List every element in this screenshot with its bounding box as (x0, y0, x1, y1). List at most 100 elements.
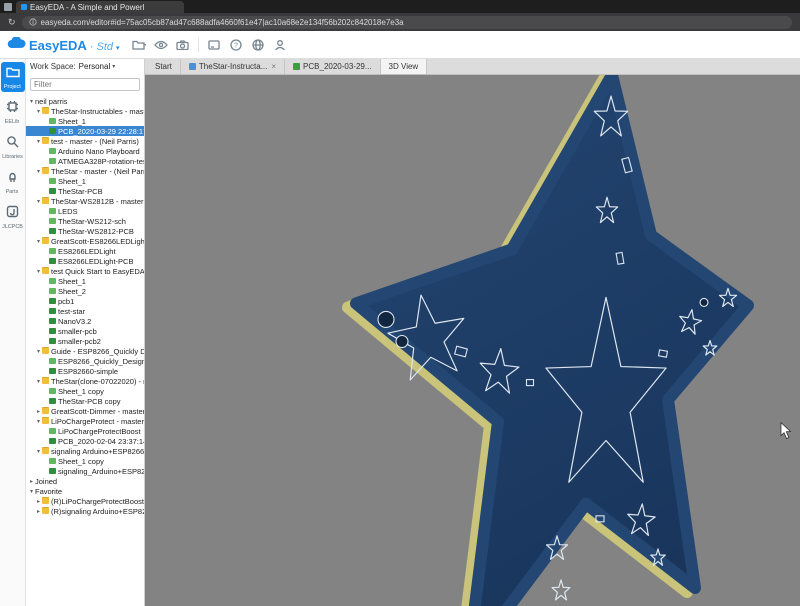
tree-item[interactable]: signaling_Arduino+ESP8266+SIM... (26, 466, 144, 476)
tree-item[interactable]: ▾Guide - ESP8266_Quickly Design ... (26, 346, 144, 356)
doc-tab-pcb-2020-03-29-[interactable]: PCB_2020-03-29... (285, 59, 381, 74)
tree-item[interactable]: ▾ LiPoChargeProtect - master - (Neil ... (26, 416, 144, 426)
tree-item[interactable]: ▾neil parris (26, 96, 144, 106)
tree-item[interactable]: ESP8266_Quickly_Design (26, 356, 144, 366)
tree-item[interactable]: test-star (26, 306, 144, 316)
tree-item[interactable]: ▸(R)LiPoChargeProtectBoost copy ... (26, 496, 144, 506)
workspace-label: Work Space: (30, 62, 76, 71)
sidebar-item-parts[interactable]: Parts (1, 167, 25, 197)
tree-item[interactable]: ATMEGA328P-rotation-test (26, 156, 144, 166)
tree-item[interactable]: NanoV3.2 (26, 316, 144, 326)
tree-item[interactable]: TheStar-WS2812-PCB (26, 226, 144, 236)
sheet-icon (49, 158, 56, 164)
tree-caret-icon[interactable]: ▾ (35, 378, 42, 385)
reload-icon[interactable]: ↻ (8, 18, 16, 27)
tree-item[interactable]: Sheet_2 (26, 286, 144, 296)
tree-caret-icon[interactable]: ▾ (35, 138, 42, 145)
sidebar-item-libraries[interactable]: Libraries (1, 132, 25, 162)
doc-tab-start[interactable]: Start (147, 59, 181, 74)
tree-item[interactable]: TheStar-WS212-sch (26, 216, 144, 226)
tree-item[interactable]: smaller-pcb (26, 326, 144, 336)
snapshot-camera-icon[interactable] (174, 36, 192, 54)
tree-item[interactable]: ▾TheStar - master - (Neil Parris) (26, 166, 144, 176)
tree-item[interactable]: ▾ test - master - (Neil Parris) (26, 136, 144, 146)
tree-item-label: LiPoChargeProtect - master - (Neil ... (51, 417, 144, 426)
sidebar-item-eelib[interactable]: EELib (1, 97, 25, 127)
tree-item-label: ESP8266_Quickly_Design (58, 357, 144, 366)
sheet-icon (49, 148, 56, 154)
close-tab-icon[interactable]: × (271, 62, 276, 71)
tree-caret-icon[interactable]: ▸ (28, 478, 35, 485)
filter-input[interactable] (30, 78, 140, 91)
tree-caret-icon[interactable]: ▸ (35, 508, 42, 515)
tree-item[interactable]: ▾signaling Arduino+ESP8266+SIM8... (26, 446, 144, 456)
doc-tab-3d-view[interactable]: 3D View (381, 59, 428, 74)
tree-item[interactable]: Sheet_1 (26, 116, 144, 126)
view-eye-icon[interactable] (152, 36, 170, 54)
tree-item-label: test - master - (Neil Parris) (51, 137, 139, 146)
tree-item[interactable]: PCB_2020-02-04 23:37:14 (26, 436, 144, 446)
tree-caret-icon[interactable]: ▾ (35, 418, 42, 425)
tree-item[interactable]: Sheet_1 (26, 276, 144, 286)
project-panel: Work Space: Personal ▾ ▾neil parris▾TheS… (26, 59, 145, 606)
tree-caret-icon[interactable]: ▾ (28, 488, 35, 495)
help-icon[interactable]: ? (227, 36, 245, 54)
workspace-select[interactable]: Personal ▾ (79, 62, 116, 71)
file-menu-icon[interactable] (130, 36, 148, 54)
tree-item[interactable]: pcb1 (26, 296, 144, 306)
tree-caret-icon[interactable]: ▾ (35, 238, 42, 245)
tree-item[interactable]: PCB_2020-03-29 22:28:17 (26, 126, 144, 136)
browser-tab[interactable]: EasyEDA - A Simple and Powerl (16, 1, 184, 13)
tree-caret-icon[interactable]: ▸ (35, 408, 42, 415)
edition-caret-icon[interactable]: ▾ (116, 44, 120, 52)
sheet-icon (49, 458, 56, 464)
fullscreen-icon[interactable] (205, 36, 223, 54)
tab-search-icon[interactable] (4, 3, 12, 11)
tree-item[interactable]: ▸Joined (26, 476, 144, 486)
tree-item[interactable]: Arduino Nano Playboard (26, 146, 144, 156)
sidebar-item-project[interactable]: Project (1, 62, 25, 92)
tree-item[interactable]: ES8266LEDLight-PCB (26, 256, 144, 266)
tree-item[interactable]: ESP82660-simple (26, 366, 144, 376)
tree-caret-icon[interactable]: ▾ (35, 198, 42, 205)
user-account-icon[interactable] (271, 36, 289, 54)
pcb-icon (49, 228, 56, 234)
tree-item[interactable]: ▸(R)signaling Arduino+ESP8266+SI... (26, 506, 144, 516)
pcb-icon (49, 468, 56, 474)
tree-item[interactable]: TheStar-PCB copy (26, 396, 144, 406)
tree-caret-icon[interactable]: ▾ (35, 348, 42, 355)
sidebar-item-jlcpcb[interactable]: JLCPCB (1, 202, 25, 232)
address-bar[interactable]: easyeda.com/editor#id=75ac05cb87ad47c688… (22, 16, 792, 29)
tree-caret-icon[interactable]: ▾ (28, 98, 35, 105)
tree-item[interactable]: Sheet_1 copy (26, 456, 144, 466)
tree-caret-icon[interactable]: ▾ (35, 168, 42, 175)
easyeda-logo[interactable]: EasyEDA · Std ▾ (7, 37, 120, 53)
tree-item[interactable]: ▸GreatScott-Dimmer - master - (Neil... (26, 406, 144, 416)
tree-item[interactable]: Sheet_1 (26, 176, 144, 186)
page-info-icon[interactable] (29, 18, 37, 26)
tree-item[interactable]: ▾TheStar-WS2812B - master - (Neil... (26, 196, 144, 206)
tree-item[interactable]: ▾TheStar-Instructables - master - (N... (26, 106, 144, 116)
tree-item-label: Sheet_1 (58, 177, 86, 186)
tree-caret-icon[interactable]: ▸ (35, 498, 42, 505)
tree-caret-icon[interactable]: ▾ (35, 268, 42, 275)
doc-tab-thestar-instructa-[interactable]: TheStar-Instructa...× (181, 59, 285, 74)
tree-item[interactable]: ▾test Quick Start to EasyEDA - mast... (26, 266, 144, 276)
tree-item[interactable]: ▾TheStar(clone-07022020) - master-... (26, 376, 144, 386)
tree-item[interactable]: LiPoChargeProtectBoost (26, 426, 144, 436)
3d-viewport[interactable] (145, 75, 800, 606)
tree-item[interactable]: Sheet_1 copy (26, 386, 144, 396)
tree-item[interactable]: ES8266LEDLight (26, 246, 144, 256)
tree-item-label: Arduino Nano Playboard (58, 147, 140, 156)
workspace-value: Personal (79, 62, 111, 71)
tree-caret-icon[interactable]: ▾ (35, 108, 42, 115)
tree-caret-icon[interactable]: ▾ (35, 448, 42, 455)
tree-item-label: Sheet_1 copy (58, 457, 104, 466)
tree-item[interactable]: ▾GreatScott-ES8266LEDLight - mast... (26, 236, 144, 246)
folder-icon (42, 238, 49, 244)
tree-item[interactable]: ▾Favorite (26, 486, 144, 496)
tree-item[interactable]: smaller-pcb2 (26, 336, 144, 346)
language-globe-icon[interactable] (249, 36, 267, 54)
tree-item[interactable]: TheStar-PCB (26, 186, 144, 196)
tree-item[interactable]: LEDS (26, 206, 144, 216)
